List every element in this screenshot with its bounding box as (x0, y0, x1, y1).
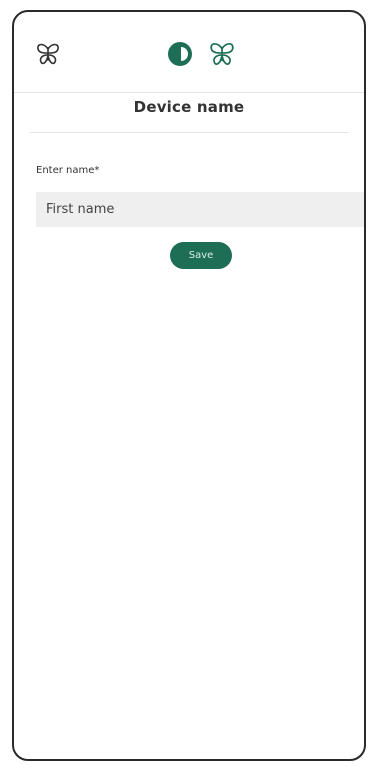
name-input[interactable] (36, 192, 364, 227)
top-bar (14, 12, 364, 92)
half-circle-theme-icon[interactable] (167, 41, 193, 67)
butterfly-logo-icon[interactable] (207, 39, 237, 69)
butterfly-logo-icon[interactable] (34, 40, 62, 68)
page-title: Device name (133, 98, 245, 116)
phone-frame: Device name Enter name* Save (12, 10, 366, 761)
save-button[interactable]: Save (170, 242, 232, 269)
name-field-label: Enter name* (36, 165, 100, 176)
title-divider (30, 132, 348, 133)
header-divider (14, 92, 364, 93)
